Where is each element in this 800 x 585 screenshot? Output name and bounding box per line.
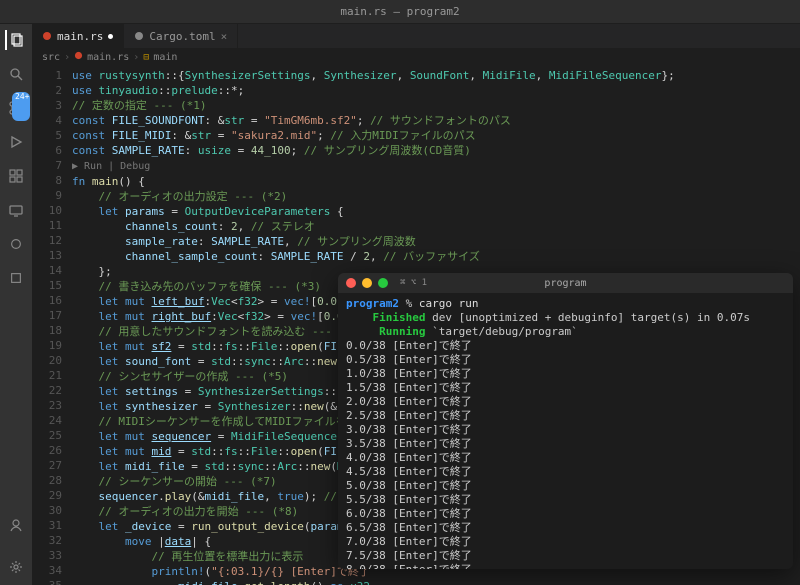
chevron-right-icon: › <box>64 52 70 63</box>
terminal-window[interactable]: ⌘ ⌥ 1 program program2 % cargo run Finis… <box>338 273 793 569</box>
activity-bar: 24+ <box>0 24 32 585</box>
source-control-icon[interactable]: 24+ <box>6 98 26 118</box>
tab-label: main.rs <box>57 30 103 43</box>
code-line[interactable]: sample_rate: SAMPLE_RATE, // サンプリング周波数 <box>72 234 800 249</box>
run-debug-icon[interactable] <box>6 132 26 152</box>
line-number: 27 <box>32 458 62 473</box>
breadcrumb[interactable]: src › main.rs › ⊟ main <box>32 48 800 66</box>
line-number: 28 <box>32 473 62 488</box>
code-line[interactable]: const FILE_SOUNDFONT: &str = "TimGM6mb.s… <box>72 113 800 128</box>
line-number: 15 <box>32 278 62 293</box>
scm-badge: 24+ <box>12 92 30 121</box>
line-number: 3 <box>32 98 62 113</box>
line-number: 4 <box>32 113 62 128</box>
line-number: 25 <box>32 428 62 443</box>
line-number: 34 <box>32 563 62 578</box>
settings-gear-icon[interactable] <box>6 557 26 577</box>
breadcrumb-segment[interactable]: src <box>42 52 60 63</box>
line-number: 35 <box>32 578 62 585</box>
code-line[interactable]: channels_count: 2, // ステレオ <box>72 219 800 234</box>
chevron-right-icon: › <box>133 52 139 63</box>
modified-indicator-icon <box>108 34 113 39</box>
line-number: 10 <box>32 203 62 218</box>
line-number: 19 <box>32 338 62 353</box>
line-number: 5 <box>32 128 62 143</box>
window-title: main.rs — program2 <box>340 5 459 18</box>
line-number: 32 <box>32 533 62 548</box>
line-number: 29 <box>32 488 62 503</box>
account-icon[interactable] <box>6 515 26 535</box>
code-line[interactable]: fn main() { <box>72 174 800 189</box>
line-number: 6 <box>32 143 62 158</box>
gear-file-icon <box>134 31 144 41</box>
code-line[interactable]: use rustysynth::{SynthesizerSettings, Sy… <box>72 68 800 83</box>
line-number: 22 <box>32 383 62 398</box>
line-number: 33 <box>32 548 62 563</box>
editor-tabs: main.rs Cargo.toml × <box>32 24 800 48</box>
line-number: 17 <box>32 308 62 323</box>
sidebar-extra-2-icon[interactable] <box>6 268 26 288</box>
line-number: 21 <box>32 368 62 383</box>
line-number: 31 <box>32 518 62 533</box>
code-line[interactable]: channel_sample_count: SAMPLE_RATE / 2, /… <box>72 249 800 264</box>
rust-file-icon <box>42 31 52 41</box>
line-number: 18 <box>32 323 62 338</box>
breadcrumb-segment[interactable]: main <box>153 52 177 63</box>
tab-main-rs[interactable]: main.rs <box>32 24 124 48</box>
line-number: 13 <box>32 248 62 263</box>
code-line[interactable]: // オーディオの出力設定 --- (*2) <box>72 189 800 204</box>
line-number: 14 <box>32 263 62 278</box>
line-number: 11 <box>32 218 62 233</box>
line-number: 1 <box>32 68 62 83</box>
line-number: 20 <box>32 353 62 368</box>
sidebar-extra-1-icon[interactable] <box>6 234 26 254</box>
code-line[interactable]: use tinyaudio::prelude::*; <box>72 83 800 98</box>
tab-label: Cargo.toml <box>149 30 215 43</box>
breadcrumb-segment[interactable]: main.rs <box>87 52 129 63</box>
line-number: 2 <box>32 83 62 98</box>
search-icon[interactable] <box>6 64 26 84</box>
code-line[interactable]: // 定数の指定 --- (*1) <box>72 98 800 113</box>
window-titlebar: main.rs — program2 <box>0 0 800 24</box>
symbol-function-icon: ⊟ <box>143 52 149 63</box>
line-number: 24 <box>32 413 62 428</box>
code-line[interactable]: let params = OutputDeviceParameters { <box>72 204 800 219</box>
remote-icon[interactable] <box>6 200 26 220</box>
code-line[interactable]: midi_file.get_length() as u32 <box>72 579 800 585</box>
line-number: 7 <box>32 158 62 173</box>
terminal-title: program <box>338 278 793 289</box>
tab-cargo-toml[interactable]: Cargo.toml × <box>124 24 238 48</box>
line-number: 23 <box>32 398 62 413</box>
code-line[interactable]: const FILE_MIDI: &str = "sakura2.mid"; /… <box>72 128 800 143</box>
close-tab-icon[interactable]: × <box>221 30 228 43</box>
line-number: 8 <box>32 173 62 188</box>
code-line[interactable]: ▶ Run | Debug <box>72 158 800 174</box>
terminal-body[interactable]: program2 % cargo run Finished dev [unopt… <box>338 293 793 569</box>
rust-file-icon <box>74 51 83 63</box>
line-number: 16 <box>32 293 62 308</box>
line-number-gutter: 1234567891011121314151617181920212223242… <box>32 66 72 585</box>
line-number: 30 <box>32 503 62 518</box>
line-number: 12 <box>32 233 62 248</box>
code-line[interactable]: const SAMPLE_RATE: usize = 44_100; // サン… <box>72 143 800 158</box>
extensions-icon[interactable] <box>6 166 26 186</box>
line-number: 26 <box>32 443 62 458</box>
line-number: 9 <box>32 188 62 203</box>
files-icon[interactable] <box>5 30 25 50</box>
terminal-titlebar[interactable]: ⌘ ⌥ 1 program <box>338 273 793 293</box>
